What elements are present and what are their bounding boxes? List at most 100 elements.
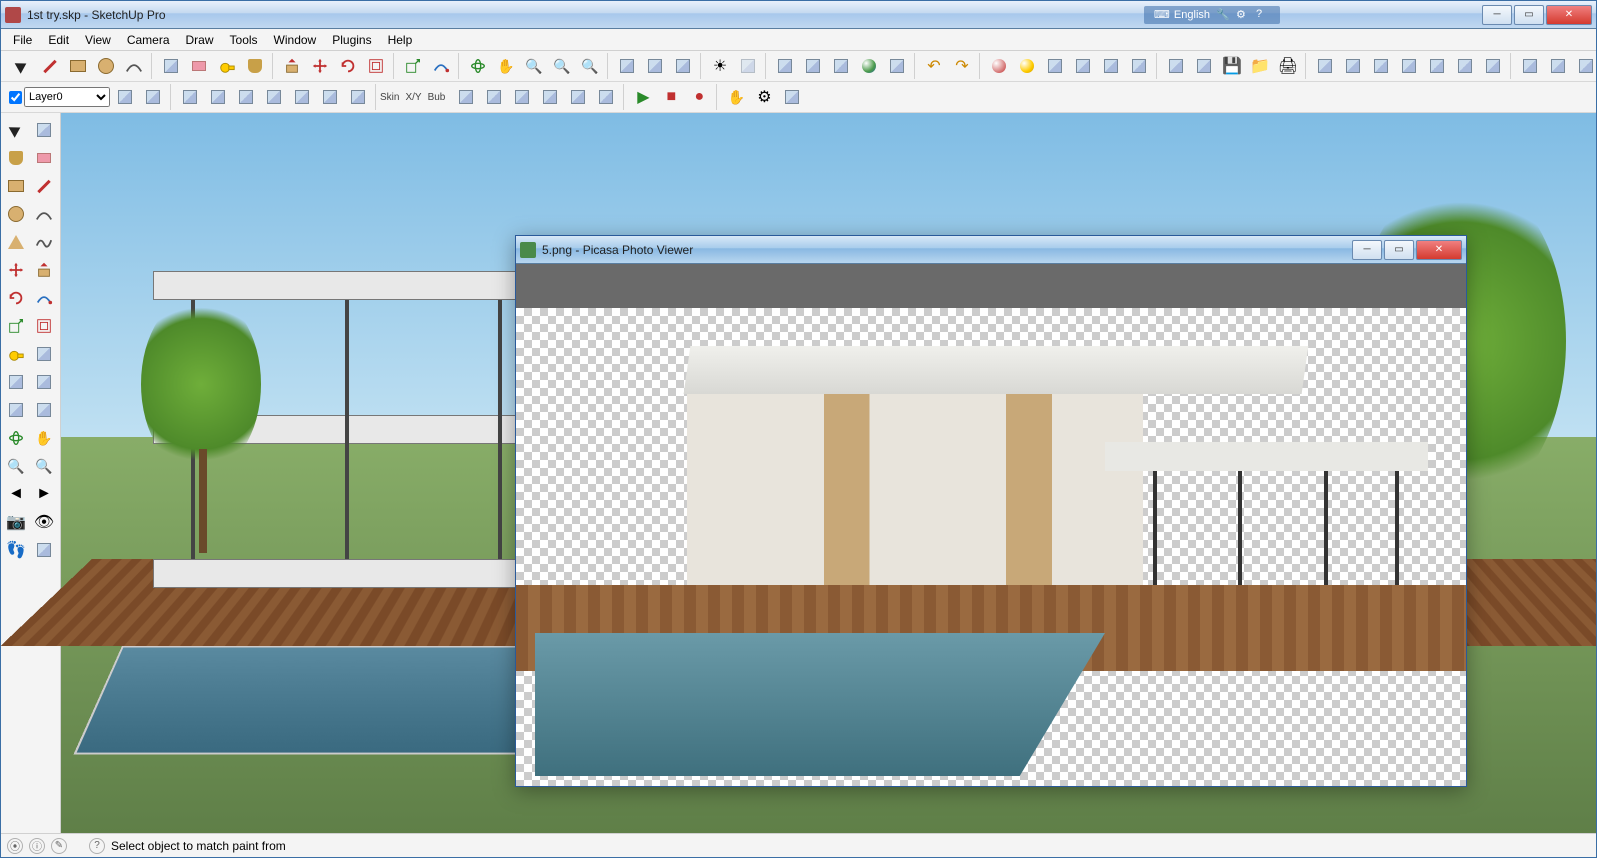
menu-view[interactable]: View xyxy=(77,31,119,49)
paint-bucket[interactable] xyxy=(3,145,29,171)
google-earth[interactable] xyxy=(856,53,882,79)
arc-tool[interactable] xyxy=(31,201,57,227)
sandbox-scratch[interactable] xyxy=(205,84,231,110)
folder[interactable]: 📁 xyxy=(1247,53,1273,79)
prev-scene[interactable] xyxy=(800,53,826,79)
redo[interactable]: ↷ xyxy=(949,53,975,79)
follow-me[interactable] xyxy=(31,285,57,311)
position-camera[interactable]: 📷 xyxy=(3,509,29,535)
3d-text[interactable] xyxy=(31,397,57,423)
picasa-close-button[interactable]: ✕ xyxy=(1416,240,1462,260)
yellow-marker[interactable] xyxy=(1014,53,1040,79)
import[interactable] xyxy=(1191,53,1217,79)
geo-location-icon[interactable]: ⦿ xyxy=(7,838,23,854)
claim-credit-icon[interactable]: ✎ xyxy=(51,838,67,854)
play[interactable]: ▶ xyxy=(630,84,656,110)
sandbox-stamp[interactable] xyxy=(261,84,287,110)
stop[interactable]: ■ xyxy=(658,84,684,110)
next-view[interactable]: ► xyxy=(31,481,57,507)
rectangle-tool[interactable] xyxy=(65,53,91,79)
undo[interactable]: ↶ xyxy=(921,53,947,79)
dyn-options[interactable]: ⚙ xyxy=(751,84,777,110)
save[interactable]: 💾 xyxy=(1219,53,1245,79)
credits-icon[interactable]: ⓘ xyxy=(29,838,45,854)
scale-tool[interactable] xyxy=(3,313,29,339)
current-layer-select[interactable]: Layer0 xyxy=(24,87,110,107)
lights[interactable] xyxy=(1070,53,1096,79)
menu-window[interactable]: Window xyxy=(266,31,325,49)
add-scene[interactable] xyxy=(772,53,798,79)
section-plane[interactable] xyxy=(31,537,57,563)
materials[interactable] xyxy=(1098,53,1124,79)
rectangle-tool[interactable] xyxy=(3,173,29,199)
move-tool[interactable] xyxy=(3,257,29,283)
front[interactable] xyxy=(1368,53,1394,79)
menu-tools[interactable]: Tools xyxy=(222,31,266,49)
paint-bucket[interactable] xyxy=(242,53,268,79)
model-info[interactable] xyxy=(986,53,1012,79)
previous-view[interactable]: ◄ xyxy=(3,481,29,507)
offset-tool[interactable] xyxy=(363,53,389,79)
section-display[interactable] xyxy=(670,53,696,79)
circle-tool[interactable] xyxy=(3,201,29,227)
rotate-tool[interactable] xyxy=(3,285,29,311)
menu-camera[interactable]: Camera xyxy=(119,31,178,49)
rec[interactable]: ● xyxy=(686,84,712,110)
sandbox-contours[interactable] xyxy=(177,84,203,110)
sandbox-smoove[interactable] xyxy=(233,84,259,110)
menu-edit[interactable]: Edit xyxy=(40,31,77,49)
make-component[interactable] xyxy=(31,117,57,143)
outliner[interactable] xyxy=(614,53,640,79)
tape-measure[interactable] xyxy=(214,53,240,79)
dimension[interactable] xyxy=(31,341,57,367)
solid-outer[interactable] xyxy=(593,84,619,110)
back[interactable] xyxy=(1424,53,1450,79)
rotate-tool[interactable] xyxy=(335,53,361,79)
section[interactable] xyxy=(642,53,668,79)
close-button[interactable]: ✕ xyxy=(1546,5,1592,25)
shadows[interactable]: ☀ xyxy=(707,53,733,79)
sandbox-drape[interactable] xyxy=(289,84,315,110)
solid-split[interactable] xyxy=(565,84,591,110)
layer-color[interactable] xyxy=(140,84,166,110)
top[interactable] xyxy=(1340,53,1366,79)
tape-measure[interactable] xyxy=(3,341,29,367)
maximize-button[interactable]: ▭ xyxy=(1514,5,1544,25)
3d-warehouse[interactable] xyxy=(1126,53,1152,79)
picasa-window[interactable]: 5.png - Picasa Photo Viewer ─ ▭ ✕ xyxy=(515,235,1467,787)
picasa-titlebar[interactable]: 5.png - Picasa Photo Viewer ─ ▭ ✕ xyxy=(516,236,1466,264)
freehand[interactable] xyxy=(31,229,57,255)
zoom[interactable]: 🔍 xyxy=(521,53,547,79)
polygon-tool[interactable] xyxy=(3,229,29,255)
zoom-extents[interactable]: 🔍 xyxy=(549,53,575,79)
perspective[interactable] xyxy=(1480,53,1506,79)
next-scene[interactable] xyxy=(828,53,854,79)
export[interactable] xyxy=(1163,53,1189,79)
push-pull[interactable] xyxy=(279,53,305,79)
move-tool[interactable] xyxy=(307,53,333,79)
picasa-minimize-button[interactable]: ─ xyxy=(1352,240,1382,260)
solid-subtract[interactable] xyxy=(481,84,507,110)
xray[interactable] xyxy=(735,53,761,79)
zoom-window[interactable]: 🔍 xyxy=(577,53,603,79)
scale-tool[interactable] xyxy=(400,53,426,79)
eraser-tool[interactable] xyxy=(186,53,212,79)
orbit[interactable] xyxy=(3,425,29,451)
axes-tool[interactable] xyxy=(3,397,29,423)
walk[interactable]: 👣 xyxy=(3,537,29,563)
layer-manager[interactable] xyxy=(112,84,138,110)
eraser-tool[interactable] xyxy=(31,145,57,171)
menu-draw[interactable]: Draw xyxy=(178,31,222,49)
dyn-attrs[interactable] xyxy=(779,84,805,110)
solid-intersect[interactable] xyxy=(537,84,563,110)
iso[interactable] xyxy=(1312,53,1338,79)
solid-union[interactable] xyxy=(453,84,479,110)
style1[interactable] xyxy=(1517,53,1543,79)
pan[interactable]: ✋ xyxy=(493,53,519,79)
text-tool[interactable] xyxy=(31,369,57,395)
rendered-image[interactable] xyxy=(516,308,1466,786)
right[interactable] xyxy=(1396,53,1422,79)
print[interactable]: 🖨 xyxy=(1275,53,1301,79)
select-tool[interactable] xyxy=(3,117,29,143)
dyn-interact[interactable]: ✋ xyxy=(723,84,749,110)
